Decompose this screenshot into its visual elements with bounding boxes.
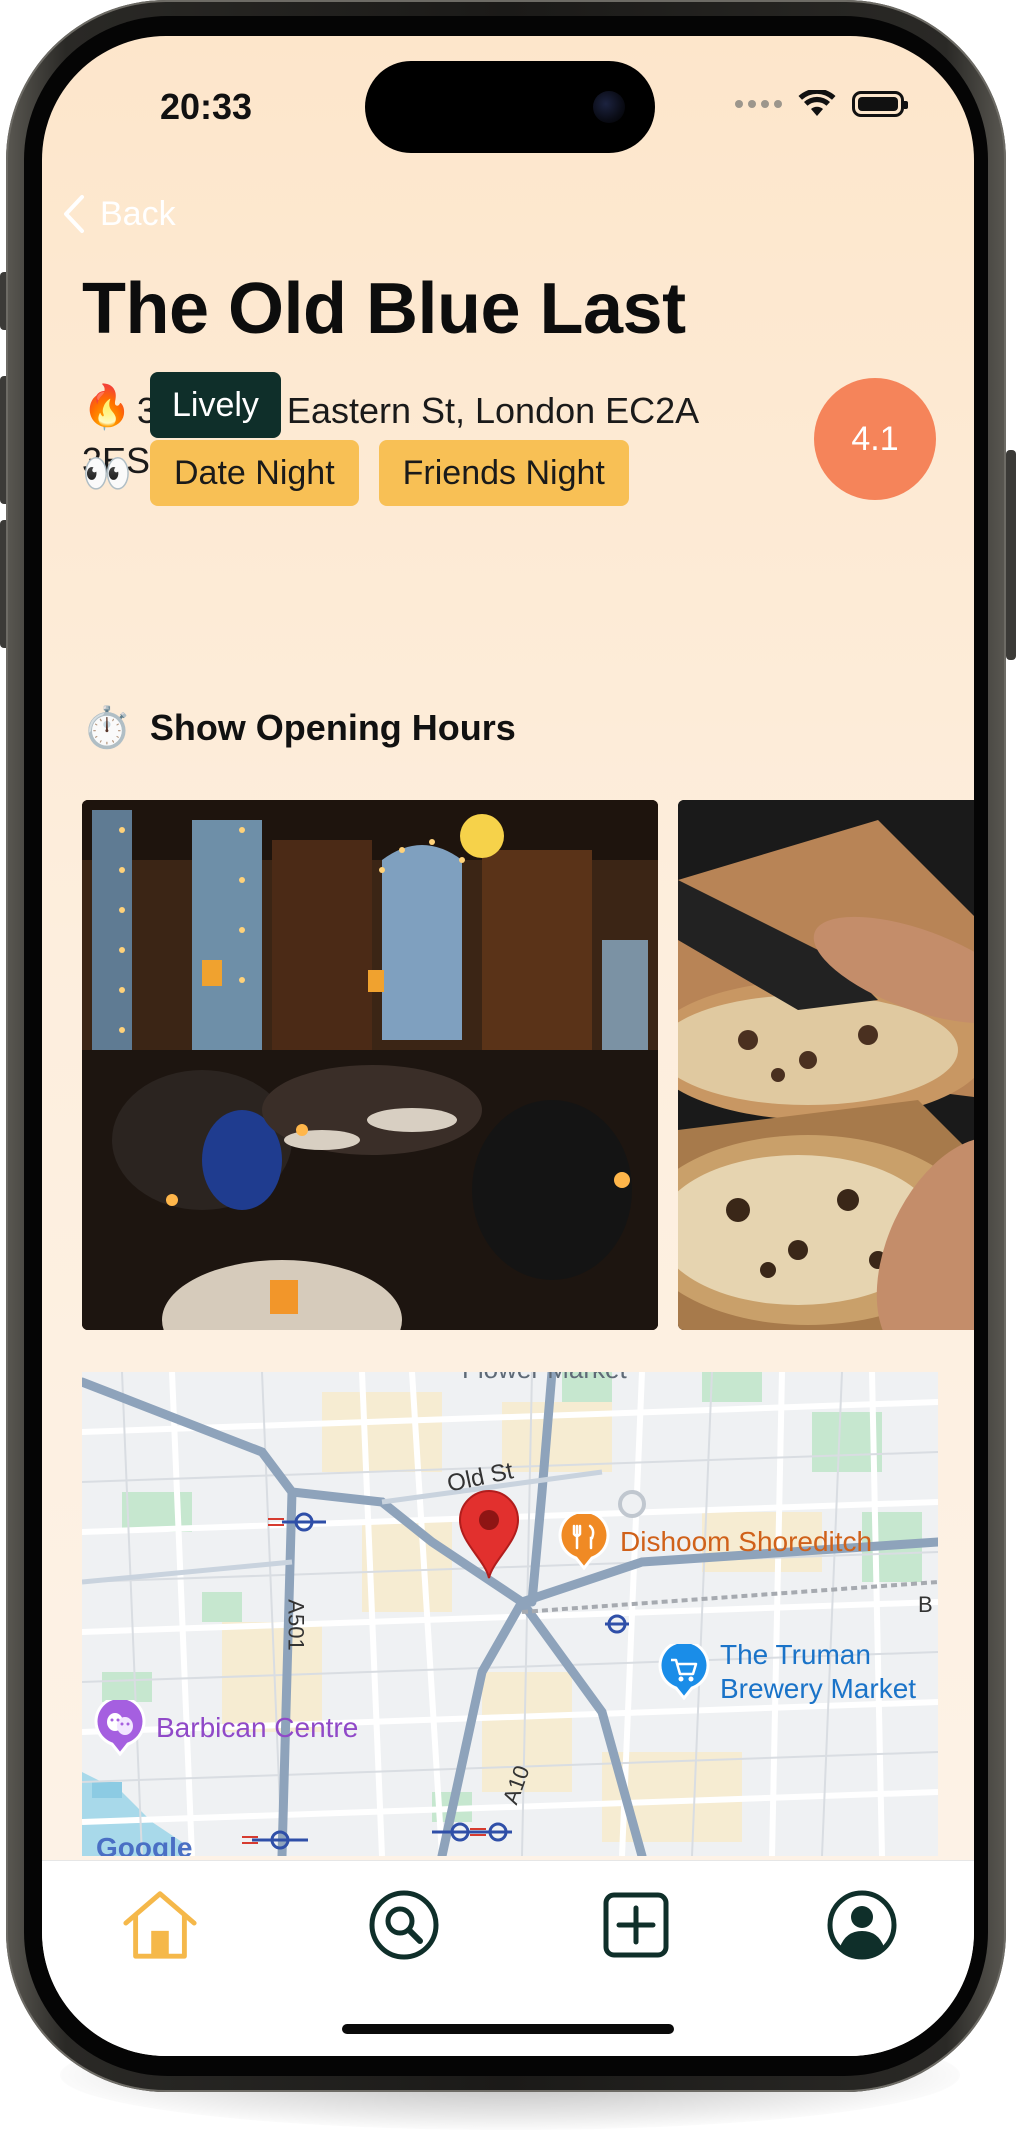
- opening-hours-label: Show Opening Hours: [149, 706, 516, 748]
- map-label-edge-b: B: [918, 1592, 933, 1617]
- search-icon: [369, 1890, 439, 1960]
- profile-icon: [827, 1890, 897, 1960]
- map-poi-barbican[interactable]: Barbican Centre: [94, 1700, 358, 1756]
- map-label-dishoom: Dishoom Shoreditch: [620, 1526, 873, 1557]
- tab-home[interactable]: [120, 1885, 200, 1965]
- back-label: Back: [100, 194, 176, 233]
- map-label-truman-line1: The Truman: [720, 1639, 871, 1670]
- map-poi-dishoom[interactable]: Dishoom Shoreditch: [558, 1514, 872, 1570]
- map-label-a501: A501: [283, 1599, 309, 1651]
- side-button-power: [1006, 450, 1016, 660]
- map-label-barbican: Barbican Centre: [156, 1712, 359, 1743]
- occasion-tag-friends-night: Friends Night: [378, 440, 629, 506]
- camera-icon: [593, 91, 625, 123]
- back-button[interactable]: Back: [62, 194, 176, 234]
- dynamic-island: [365, 61, 655, 153]
- status-icons: [735, 90, 908, 118]
- wifi-icon: [798, 90, 836, 116]
- location-pin-icon: [458, 1490, 520, 1579]
- cellular-signal-icon: [735, 100, 782, 108]
- screen: 20:33 Back The Old Blue Last 📍 38 Great …: [42, 36, 974, 2056]
- tab-search[interactable]: [364, 1885, 444, 1965]
- show-opening-hours-button[interactable]: ⏱️ Show Opening Hours: [82, 704, 516, 751]
- pizza-image: [678, 800, 974, 1330]
- pub-interior-image: [82, 800, 658, 1330]
- location-map[interactable]: Flower Market Old St A501 A10 Dishoom Sh…: [82, 1372, 938, 1856]
- restaurant-icon: [558, 1514, 610, 1570]
- battery-icon: [852, 91, 908, 117]
- eyes-icon: 👀: [82, 451, 132, 496]
- venue-photo-pizza[interactable]: [678, 800, 974, 1330]
- add-icon: [603, 1892, 669, 1958]
- stopwatch-icon: ⏱️: [82, 706, 132, 750]
- photo-carousel[interactable]: [82, 800, 974, 1330]
- venue-title: The Old Blue Last: [82, 269, 686, 349]
- tab-profile[interactable]: [822, 1885, 902, 1965]
- shopping-cart-icon: [658, 1644, 710, 1700]
- vibe-row: 🔥 Lively: [82, 372, 281, 438]
- venue-photo-interior[interactable]: [82, 800, 658, 1330]
- map-label-truman-line2: Brewery Market: [720, 1673, 917, 1704]
- theatre-icon: [94, 1700, 146, 1756]
- home-icon: [123, 1891, 197, 1959]
- map-poi-truman-brewery[interactable]: The Truman Brewery Market: [658, 1638, 916, 1706]
- map-label-flower-market: Flower Market: [462, 1372, 627, 1385]
- chevron-left-icon: [64, 195, 84, 233]
- rating-badge: 4.1: [814, 378, 936, 500]
- fire-icon: 🔥: [82, 383, 132, 428]
- occasion-row: 👀 Date Night Friends Night: [82, 440, 629, 506]
- status-time: 20:33: [160, 86, 253, 127]
- occasion-tag-date-night: Date Night: [150, 440, 359, 506]
- google-logo: Google: [96, 1832, 193, 1856]
- tab-add[interactable]: [596, 1885, 676, 1965]
- home-indicator: [342, 2024, 674, 2034]
- vibe-tag-lively: Lively: [150, 372, 281, 438]
